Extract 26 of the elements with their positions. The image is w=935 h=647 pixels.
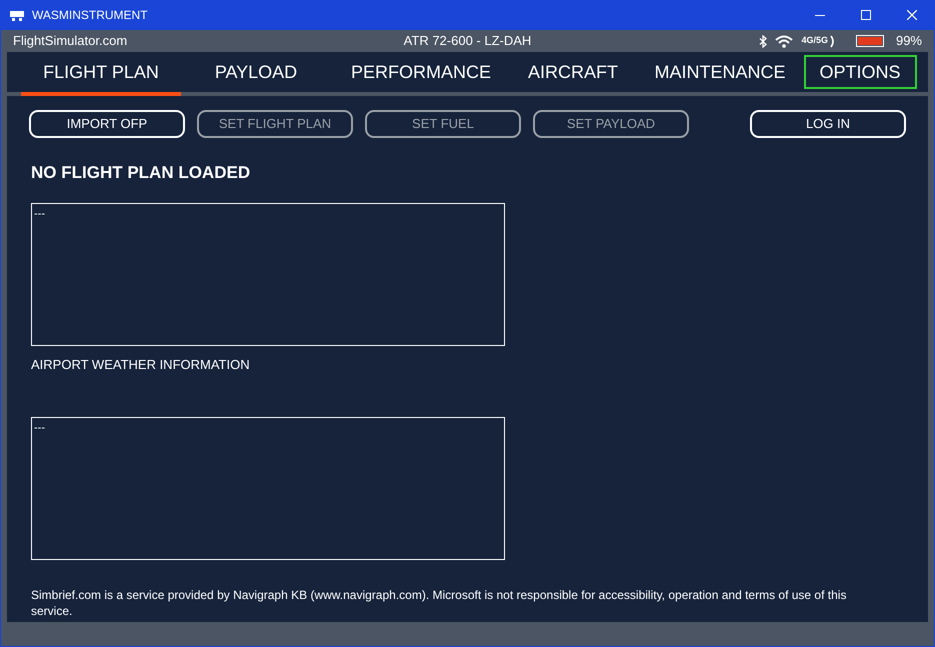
minimize-icon (815, 14, 825, 16)
network-label: 4G/5G (801, 34, 828, 48)
train-icon (10, 9, 24, 21)
bluetooth-icon (759, 34, 768, 48)
maximize-icon (861, 10, 871, 20)
weather-label: AIRPORT WEATHER INFORMATION (31, 356, 251, 374)
aircraft-label: ATR 72-600 - LZ-DAH (404, 32, 532, 50)
window-title: WASMINSTRUMENT (32, 7, 148, 24)
wifi-icon (775, 34, 794, 48)
close-icon (907, 10, 917, 20)
tab[interactable]: AIRCRAFT (512, 55, 634, 89)
tab[interactable]: MAINTENANCE (638, 55, 802, 89)
login-button[interactable]: LOG IN (750, 110, 906, 138)
action-button[interactable]: IMPORT OFP (29, 110, 185, 138)
tab[interactable]: FLIGHT PLAN (27, 55, 175, 89)
tab[interactable]: PERFORMANCE (334, 55, 507, 89)
battery-icon (856, 35, 884, 47)
tab[interactable]: PAYLOAD (198, 55, 314, 89)
status-heading: NO FLIGHT PLAN LOADED (31, 162, 252, 184)
signal-icon (830, 34, 836, 48)
site-label: FlightSimulator.com (13, 32, 128, 50)
flight-plan-field[interactable]: --- (31, 202, 505, 346)
weather-field[interactable]: --- (31, 417, 505, 560)
battery-percentage: 99% (896, 32, 922, 50)
tab[interactable]: OPTIONS (804, 55, 917, 89)
disclaimer-text: Simbrief.com is a service provided by Navigraph KB (www.navigraph.com). Microsoft is not responsible for accessibility, operation and terms of use of this service. (31, 587, 848, 619)
